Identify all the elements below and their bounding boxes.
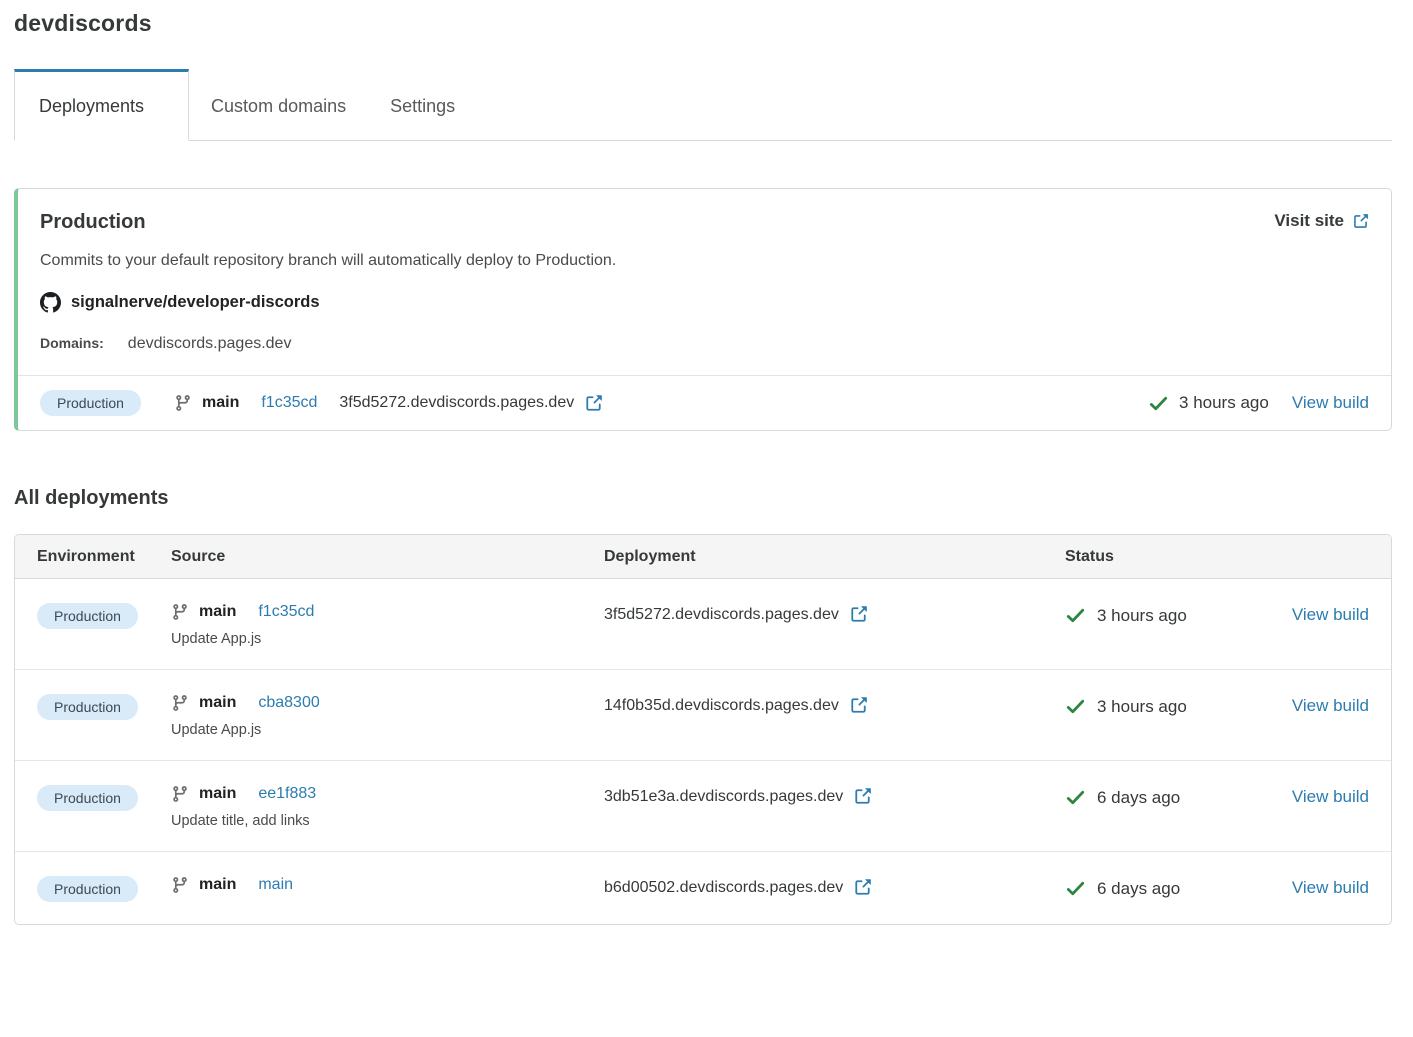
table-row: Production main f1c35cd Update App.js 3f… <box>15 579 1391 670</box>
commit-message: Update title, add links <box>171 813 604 829</box>
column-source: Source <box>171 548 604 566</box>
production-description: Commits to your default repository branc… <box>40 252 1369 270</box>
external-link-icon[interactable] <box>584 394 603 413</box>
check-icon <box>1065 696 1086 717</box>
repo-row: signalnerve/developer-discords <box>40 292 1369 313</box>
git-branch-icon <box>171 785 189 803</box>
view-build-link[interactable]: View build <box>1292 393 1369 413</box>
tab-settings[interactable]: Settings <box>368 69 477 140</box>
external-link-icon[interactable] <box>849 696 868 715</box>
tab-bar: Deployments Custom domains Settings <box>14 69 1392 141</box>
external-link-icon <box>1352 213 1369 230</box>
all-deployments-title: All deployments <box>14 487 1392 510</box>
git-branch-icon <box>171 694 189 712</box>
deployment-url: 3f5d5272.devdiscords.pages.dev <box>604 606 839 624</box>
commit-link[interactable]: ee1f883 <box>258 785 316 803</box>
view-build-link[interactable]: View build <box>1292 787 1369 806</box>
environment-badge: Production <box>37 785 138 811</box>
production-deployment-row: Production main f1c35cd 3f5d5272.devdisc… <box>18 375 1391 430</box>
page: devdiscords Deployments Custom domains S… <box>0 0 1413 925</box>
environment-badge: Production <box>37 694 138 720</box>
visit-site-label: Visit site <box>1274 211 1344 231</box>
status-time: 3 hours ago <box>1097 697 1187 717</box>
status-time: 3 hours ago <box>1179 393 1269 413</box>
commit-link[interactable]: f1c35cd <box>261 394 317 412</box>
external-link-icon[interactable] <box>853 787 872 806</box>
table-body: Production main f1c35cd Update App.js 3f… <box>15 579 1391 924</box>
table-header: Environment Source Deployment Status <box>15 535 1391 579</box>
domains-label: Domains: <box>40 335 104 351</box>
branch-name: main <box>199 694 236 712</box>
check-icon <box>1065 787 1086 808</box>
table-row: Production main ee1f883 Update title, ad… <box>15 761 1391 852</box>
table-row: Production main cba8300 Update App.js 14… <box>15 670 1391 761</box>
branch-name: main <box>202 394 239 412</box>
table-row: Production main main b6d00502.devdiscord… <box>15 852 1391 924</box>
commit-link[interactable]: f1c35cd <box>258 603 314 621</box>
deployment-url: b6d00502.devdiscords.pages.dev <box>604 879 843 897</box>
external-link-icon[interactable] <box>849 605 868 624</box>
repo-name: signalnerve/developer-discords <box>71 293 320 312</box>
page-title: devdiscords <box>14 10 1392 37</box>
git-branch-icon <box>174 394 192 412</box>
column-deployment: Deployment <box>604 548 1065 566</box>
column-environment: Environment <box>37 548 171 566</box>
git-branch-icon <box>171 603 189 621</box>
commit-message: Update App.js <box>171 631 604 647</box>
environment-badge: Production <box>37 876 138 902</box>
visit-site-link[interactable]: Visit site <box>1274 211 1369 231</box>
check-icon <box>1065 878 1086 899</box>
tab-custom-domains[interactable]: Custom domains <box>189 69 368 140</box>
deployment-url: 14f0b35d.devdiscords.pages.dev <box>604 697 839 715</box>
view-build-link[interactable]: View build <box>1292 878 1369 897</box>
production-card: Production Visit site Commits to your de… <box>14 188 1392 431</box>
environment-badge: Production <box>37 603 138 629</box>
branch-name: main <box>199 785 236 803</box>
check-icon <box>1148 393 1169 414</box>
production-title: Production <box>40 211 146 234</box>
column-status: Status <box>1065 548 1284 566</box>
view-build-link[interactable]: View build <box>1292 696 1369 715</box>
status-time: 3 hours ago <box>1097 606 1187 626</box>
environment-badge: Production <box>40 390 141 416</box>
deployments-table: Environment Source Deployment Status Pro… <box>14 534 1392 925</box>
status-time: 6 days ago <box>1097 879 1180 899</box>
commit-message: Update App.js <box>171 722 604 738</box>
branch-name: main <box>199 603 236 621</box>
tab-deployments[interactable]: Deployments <box>14 69 189 141</box>
branch-name: main <box>199 876 236 894</box>
github-icon <box>40 292 61 313</box>
commit-link[interactable]: main <box>258 876 293 894</box>
git-branch-icon <box>171 876 189 894</box>
domains-value: devdiscords.pages.dev <box>128 335 292 353</box>
view-build-link[interactable]: View build <box>1292 605 1369 624</box>
deployment-url: 3db51e3a.devdiscords.pages.dev <box>604 788 843 806</box>
check-icon <box>1065 605 1086 626</box>
domains-row: Domains: devdiscords.pages.dev <box>40 335 1369 353</box>
external-link-icon[interactable] <box>853 878 872 897</box>
commit-link[interactable]: cba8300 <box>258 694 319 712</box>
status-time: 6 days ago <box>1097 788 1180 808</box>
deployment-url: 3f5d5272.devdiscords.pages.dev <box>339 394 574 412</box>
